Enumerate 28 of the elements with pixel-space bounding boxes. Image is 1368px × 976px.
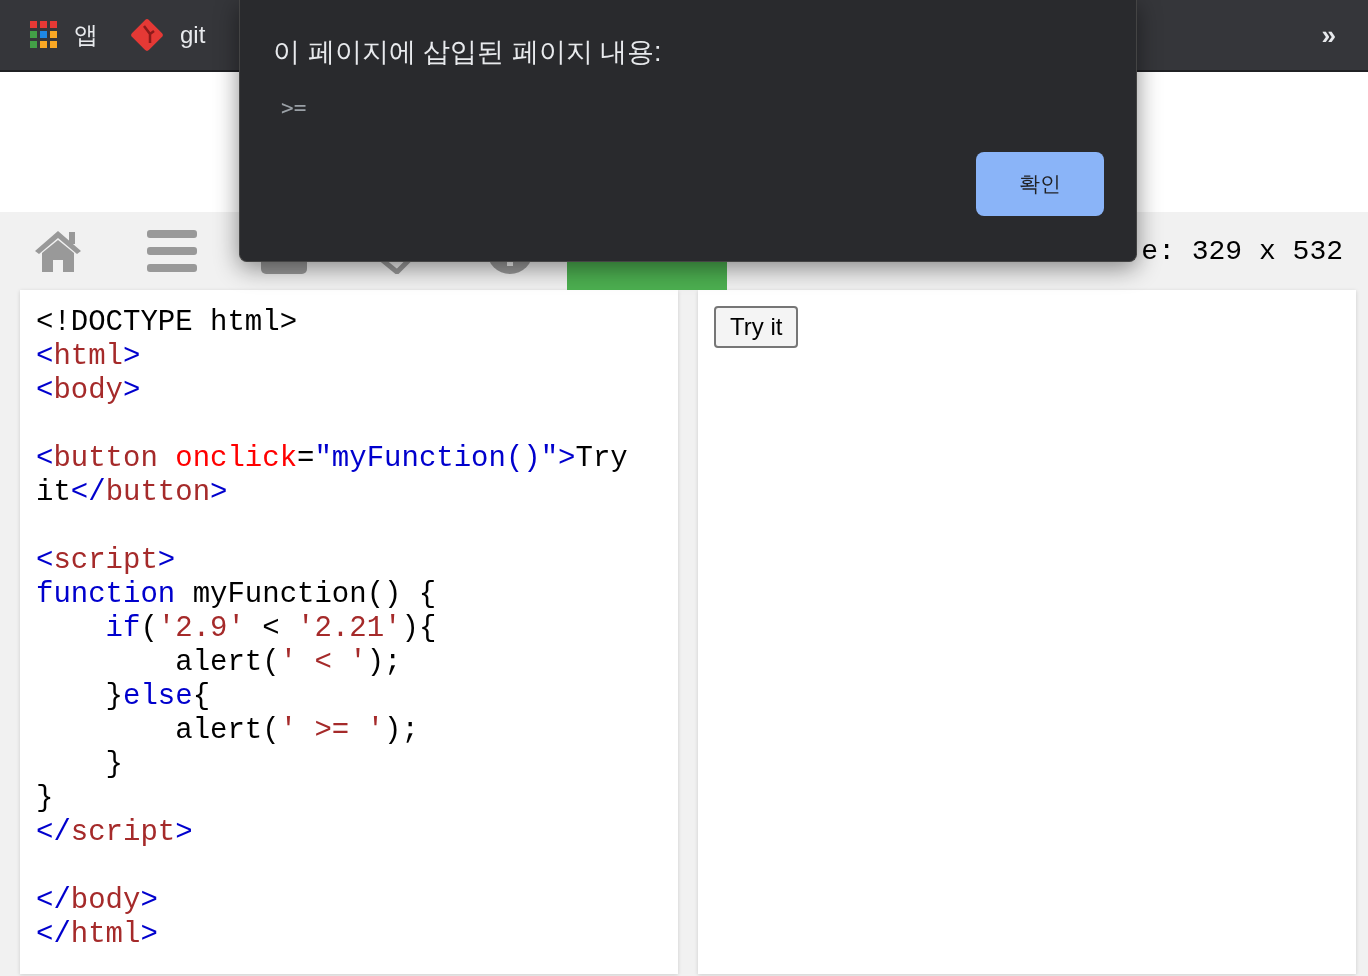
home-icon[interactable] (33, 229, 83, 273)
dialog-title: 이 페이지에 삽입된 페이지 내용: (273, 36, 663, 69)
ok-button[interactable]: 확인 (976, 152, 1104, 216)
result-size-label: e: 329 x 532 (1141, 235, 1343, 267)
bookmark-link[interactable]: git (180, 21, 206, 49)
code-line: it</button> (36, 476, 229, 510)
code-line: </html> (36, 918, 159, 952)
code-line: <!DOCTYPE html> (36, 306, 299, 340)
apps-grid-icon (30, 21, 58, 49)
code-line: </body> (36, 884, 159, 918)
menu-icon[interactable] (147, 230, 197, 272)
bookmark-link[interactable]: 앱 (74, 19, 98, 51)
code-line: } (104, 748, 124, 782)
code-line: <html> (36, 340, 142, 374)
more-bookmarks-button[interactable]: » (1321, 19, 1336, 51)
code-line: }else{ (104, 680, 212, 714)
code-line: function myFunction() { (36, 578, 438, 612)
code-line: if('2.9' < '2.21'){ (104, 612, 438, 646)
code-editor[interactable]: <!DOCTYPE html> <html> <body> <button onclick="myFunction()">Try it</button> <script> function myFunction() { if('2.9' < '2.21'){ alert(' < '); }else{ alert(' >= '); } } </script> </body> </html> (20, 290, 678, 974)
dialog-message: >= (281, 96, 308, 120)
code-line: </script> (36, 816, 194, 850)
try-it-button[interactable]: Try it (714, 306, 799, 348)
code-line: <body> (36, 374, 142, 408)
code-line: } (36, 782, 55, 816)
code-line: alert(' >= '); (174, 714, 420, 748)
code-line: alert(' < '); (174, 646, 403, 680)
code-line: <button onclick="myFunction()">Try (36, 442, 629, 476)
code-line: <script> (36, 544, 177, 578)
